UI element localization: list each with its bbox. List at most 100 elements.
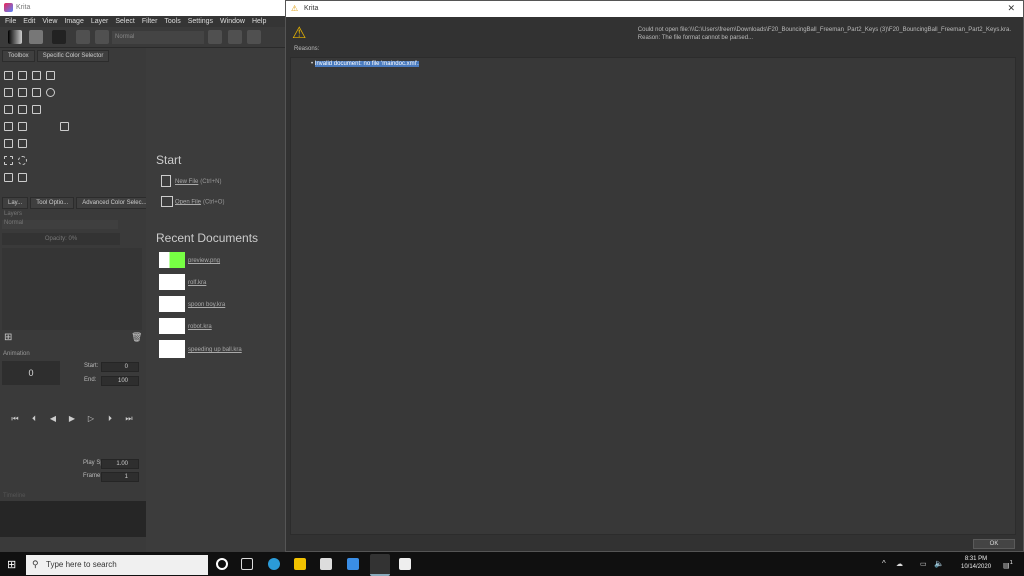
- menu-filter[interactable]: Filter: [142, 18, 158, 25]
- close-button[interactable]: ✕: [1007, 3, 1015, 14]
- blend-mode-select[interactable]: Normal: [112, 31, 204, 44]
- recent-item-label[interactable]: preview.png: [188, 258, 220, 264]
- gradient-button[interactable]: [8, 30, 22, 44]
- text-tool-icon[interactable]: [18, 71, 27, 80]
- recent-item[interactable]: speeding up ball.kra: [159, 340, 242, 358]
- start-label: Start:: [84, 363, 99, 369]
- menu-select[interactable]: Select: [115, 18, 134, 25]
- recent-item[interactable]: rolf.kra: [159, 274, 206, 290]
- menu-file[interactable]: File: [5, 18, 16, 25]
- current-frame-field[interactable]: 0: [2, 361, 60, 385]
- network-icon[interactable]: ▭: [920, 560, 927, 568]
- crop-tool-icon[interactable]: [32, 105, 41, 114]
- tab-specific-color-selector[interactable]: Specific Color Selector: [36, 50, 110, 62]
- windows-start-icon[interactable]: ⊞: [7, 558, 16, 571]
- next-keyframe-icon[interactable]: ⏵: [102, 414, 118, 428]
- recent-item[interactable]: spoon boy.kra: [159, 296, 225, 312]
- tab-toolbox[interactable]: Toolbox: [2, 50, 35, 62]
- play-icon[interactable]: ▶: [64, 414, 80, 428]
- menu-window[interactable]: Window: [220, 18, 245, 25]
- new-file-link[interactable]: New File (Ctrl+N): [161, 175, 221, 187]
- dialog-title-bar: ⚠ Krita ✕: [286, 1, 1023, 17]
- add-layer-icon[interactable]: ⊞: [4, 332, 12, 343]
- recent-item-label[interactable]: rolf.kra: [188, 280, 206, 286]
- krita-taskbar-icon[interactable]: [370, 554, 390, 576]
- color-swap-icon[interactable]: [52, 30, 66, 44]
- timeline-panel[interactable]: [0, 501, 146, 537]
- move-tool-icon[interactable]: [18, 105, 27, 114]
- tab-advanced-color-selector[interactable]: Advanced Color Selec...: [76, 197, 153, 209]
- ellipse-select-icon[interactable]: [18, 156, 27, 165]
- tab-tool-options[interactable]: Tool Optio...: [30, 197, 75, 209]
- first-frame-icon[interactable]: ⏮: [7, 414, 23, 428]
- menu-settings[interactable]: Settings: [188, 18, 213, 25]
- reasons-box[interactable]: • Invalid document: no file 'maindoc.xml…: [290, 57, 1016, 535]
- ellipse-tool-icon[interactable]: [46, 88, 55, 97]
- menu-tools[interactable]: Tools: [164, 18, 180, 25]
- brush-presets-icon[interactable]: [95, 30, 109, 44]
- fill-tool-icon[interactable]: [60, 122, 69, 131]
- menu-edit[interactable]: Edit: [23, 18, 35, 25]
- prev-frame-icon[interactable]: ◀: [45, 414, 61, 428]
- edge-icon[interactable]: [268, 558, 280, 570]
- measure-tool-icon[interactable]: [4, 139, 13, 148]
- tab-layers[interactable]: Lay...: [2, 197, 29, 209]
- pan-tool-icon[interactable]: [18, 173, 27, 182]
- recent-item-label[interactable]: speeding up ball.kra: [188, 347, 242, 353]
- new-file-shortcut: (Ctrl+N): [200, 178, 222, 185]
- recent-item[interactable]: robot.kra: [159, 318, 212, 334]
- select-shape-icon[interactable]: [4, 71, 13, 80]
- file-explorer-icon[interactable]: [294, 558, 306, 570]
- pattern-button[interactable]: [29, 30, 43, 44]
- eraser-icon[interactable]: [208, 30, 222, 44]
- gradient-tool-icon[interactable]: [4, 122, 13, 131]
- rectangle-tool-icon[interactable]: [32, 88, 41, 97]
- start-frame-field[interactable]: 0: [101, 362, 139, 372]
- menu-image[interactable]: Image: [64, 18, 83, 25]
- volume-icon[interactable]: 🔈: [934, 559, 944, 568]
- opacity-slider[interactable]: Opacity: 0%: [2, 233, 120, 245]
- tray-chevron-icon[interactable]: ^: [882, 559, 886, 568]
- line-tool-icon[interactable]: [18, 88, 27, 97]
- delete-layer-icon[interactable]: 🗑: [131, 332, 142, 343]
- open-file-link[interactable]: Open File (Ctrl+O): [161, 196, 224, 207]
- assistant-tool-icon[interactable]: [18, 139, 27, 148]
- task-view-icon[interactable]: [241, 558, 253, 570]
- frame-rate-field[interactable]: 1: [101, 472, 139, 482]
- prev-keyframe-icon[interactable]: ⏴: [26, 414, 42, 428]
- edit-shapes-icon[interactable]: [32, 71, 41, 80]
- notification-icon[interactable]: ▤1: [1003, 560, 1013, 569]
- recent-item[interactable]: preview.png: [159, 252, 220, 268]
- last-frame-icon[interactable]: ⏭: [121, 414, 137, 428]
- menu-help[interactable]: Help: [252, 18, 266, 25]
- rect-select-icon[interactable]: [4, 156, 13, 165]
- layer-list[interactable]: [2, 248, 142, 330]
- edit-brush-icon[interactable]: [76, 30, 90, 44]
- open-file-label[interactable]: Open File: [175, 199, 201, 205]
- next-frame-icon[interactable]: ▷: [83, 414, 99, 428]
- play-speed-field[interactable]: 1.00: [101, 459, 139, 469]
- onedrive-icon[interactable]: ☁: [896, 560, 903, 568]
- alpha-lock-icon[interactable]: [228, 30, 242, 44]
- end-frame-field[interactable]: 100: [101, 376, 139, 386]
- ok-button[interactable]: OK: [973, 539, 1015, 549]
- zoom-tool-icon[interactable]: [4, 173, 13, 182]
- taskbar-search[interactable]: ⚲ Type here to search: [26, 555, 208, 575]
- thumbnail: [159, 318, 185, 334]
- recent-item-label[interactable]: robot.kra: [188, 324, 212, 330]
- color-picker-icon[interactable]: [18, 122, 27, 131]
- recent-item-label[interactable]: spoon boy.kra: [188, 302, 225, 308]
- layer-blend-select[interactable]: Normal: [2, 220, 118, 229]
- new-file-label[interactable]: New File: [175, 179, 198, 185]
- cortana-icon[interactable]: [216, 558, 228, 570]
- reload-icon[interactable]: [247, 30, 261, 44]
- menu-view[interactable]: View: [42, 18, 57, 25]
- brush-tool-icon[interactable]: [4, 88, 13, 97]
- 7zip-icon[interactable]: [399, 558, 411, 570]
- clock[interactable]: 8:31 PM 10/14/2020: [961, 555, 991, 571]
- store-icon[interactable]: [320, 558, 332, 570]
- menu-layer[interactable]: Layer: [91, 18, 109, 25]
- calligraphy-icon[interactable]: [46, 71, 55, 80]
- mail-icon[interactable]: [347, 558, 359, 570]
- transform-tool-icon[interactable]: [4, 105, 13, 114]
